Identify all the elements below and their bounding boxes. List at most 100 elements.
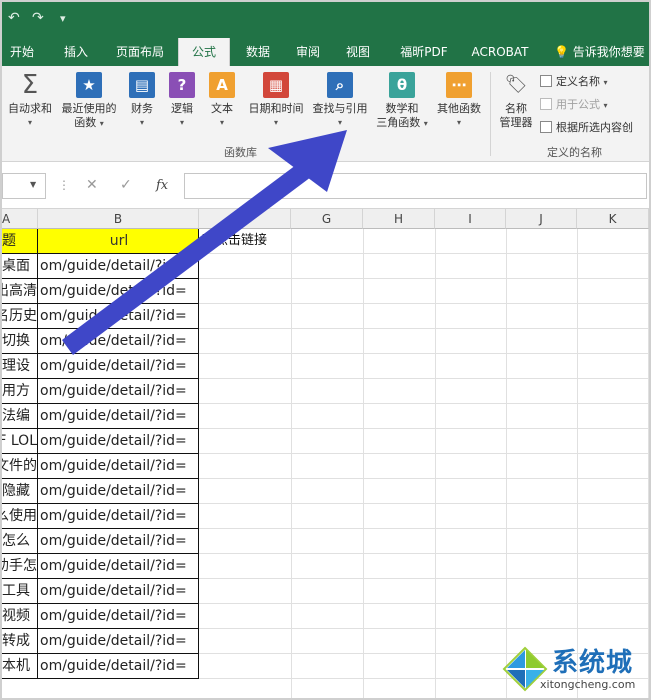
enter-icon[interactable]: ✓ [120,177,132,193]
text-label: 文本 [211,102,233,115]
tab-page-layout[interactable]: 页面布局 [108,38,172,66]
chevron-down-icon: ▾ [273,118,278,127]
tab-home[interactable]: 开始 [2,38,42,66]
table-cell-a[interactable]: F LOL [2,429,38,454]
table-cell-a[interactable]: 转成 [2,629,38,654]
name-manager-label-1: 名称 [505,102,527,115]
column-header-f[interactable]: F [199,209,291,229]
excel-window: ↶ ↷ ▾ 开始 插入 页面布局 公式 数据 审阅 视图 福昕PDF ACROB… [0,0,651,700]
cancel-icon[interactable]: ✕ [86,177,98,193]
table-cell-a[interactable]: 理设 [2,354,38,379]
table-cell-a[interactable]: 桌面 [2,254,38,279]
table-cell-a[interactable]: 工具 [2,579,38,604]
row-gridline [198,603,649,604]
table-cell-b[interactable]: om/guide/detail/?id= [38,604,199,629]
table-cell-b[interactable]: om/guide/detail/?id= [38,279,199,304]
customize-toolbar-icon[interactable]: ▾ [60,12,66,25]
row-gridline [198,303,649,304]
tab-data[interactable]: 数据 [238,38,278,66]
resize-handle-icon[interactable]: ⋮ [58,178,70,192]
table-cell-a[interactable]: 隐藏 [2,479,38,504]
financial-label: 财务 [131,102,153,115]
table-cell-b[interactable]: om/guide/detail/?id= [38,429,199,454]
cell-a1[interactable]: 题 [2,229,38,254]
table-cell-a[interactable]: 用方 [2,379,38,404]
table-cell-b[interactable]: om/guide/detail/?id= [38,504,199,529]
text-a-icon: A [209,72,235,98]
column-header-a[interactable]: A [2,209,38,229]
financial-button[interactable]: ▤ 财务 ▾ [124,72,160,130]
table-cell-b[interactable]: om/guide/detail/?id= [38,254,199,279]
table-cell-b[interactable]: om/guide/detail/?id= [38,304,199,329]
table-cell-b[interactable]: om/guide/detail/?id= [38,379,199,404]
column-header-g[interactable]: G [291,209,363,229]
redo-icon[interactable]: ↷ [32,10,44,26]
table-cell-a[interactable]: 切换 [2,329,38,354]
chevron-down-icon[interactable]: ▼ [30,180,36,189]
row-gridline [198,428,649,429]
row-gridline [198,403,649,404]
tell-me-search[interactable]: 💡 告诉我你想要 [554,38,649,66]
use-in-formula-label: 用于公式 [556,98,600,111]
name-manager-button[interactable]: 🏷 名称 管理器 [494,72,538,130]
group-function-library-label: 函数库 [224,146,257,159]
table-cell-a[interactable]: 怎么 [2,529,38,554]
create-from-selection-label: 根据所选内容创 [556,121,633,134]
table-cell-b[interactable]: om/guide/detail/?id= [38,354,199,379]
tab-view[interactable]: 视图 [338,38,378,66]
theta-icon: θ [389,72,415,98]
cell-b1[interactable]: url [38,229,199,254]
table-cell-b[interactable]: om/guide/detail/?id= [38,454,199,479]
tab-review[interactable]: 审阅 [288,38,328,66]
recent-label-1: 最近使用的 [61,102,117,115]
cell-f1[interactable]: 可点击链接 [202,229,267,254]
table-cell-a[interactable]: 法编 [2,404,38,429]
column-header-h[interactable]: H [363,209,435,229]
column-header-i[interactable]: I [435,209,506,229]
calendar-icon: ▦ [263,72,289,98]
column-header-j[interactable]: J [506,209,577,229]
column-header-k[interactable]: K [577,209,649,229]
table-cell-b[interactable]: om/guide/detail/?id= [38,329,199,354]
table-cell-b[interactable]: om/guide/detail/?id= [38,529,199,554]
autosum-button[interactable]: Σ 自动求和 ▾ [4,72,56,130]
insert-function-icon[interactable]: fx [156,178,168,193]
lookup-reference-button[interactable]: ⌕ 查找与引用 ▾ [308,72,372,130]
formula-input[interactable] [184,173,647,199]
formula-bar: ▼ ⋮ ✕ ✓ fx [2,163,649,209]
tab-foxit-pdf[interactable]: 福昕PDF [394,38,454,66]
logical-button[interactable]: ? 逻辑 ▾ [164,72,200,130]
name-box[interactable] [2,173,46,199]
more-functions-button[interactable]: ⋯ 其他函数 ▾ [432,72,486,130]
table-cell-a[interactable]: 出高清 [2,279,38,304]
define-name-button[interactable]: 定义名称 ▾ [540,74,608,90]
row-gridline [198,328,649,329]
row-gridline [198,528,649,529]
recent-functions-button[interactable]: ★ 最近使用的 函数 ▾ [58,72,120,131]
table-cell-a[interactable]: 本机 [2,654,38,679]
use-in-formula-button[interactable]: 用于公式 ▾ [540,97,608,113]
table-cell-b[interactable]: om/guide/detail/?id= [38,479,199,504]
table-cell-a[interactable]: 么使用 [2,504,38,529]
column-header-b[interactable]: B [38,209,199,229]
chevron-down-icon: ▾ [219,118,224,127]
more-functions-icon: ⋯ [446,72,472,98]
table-cell-a[interactable]: 名历史 [2,304,38,329]
undo-icon[interactable]: ↶ [8,10,20,26]
table-cell-a[interactable]: 文件的 [2,454,38,479]
table-cell-a[interactable]: 助手怎 [2,554,38,579]
table-cell-b[interactable]: om/guide/detail/?id= [38,554,199,579]
table-cell-b[interactable]: om/guide/detail/?id= [38,579,199,604]
math-trig-button[interactable]: θ 数学和 三角函数 ▾ [374,72,430,131]
tab-formulas[interactable]: 公式 [178,38,230,66]
tab-insert[interactable]: 插入 [54,38,98,66]
text-button[interactable]: A 文本 ▾ [204,72,240,130]
table-cell-b[interactable]: om/guide/detail/?id= [38,654,199,679]
question-icon: ? [169,72,195,98]
tab-acrobat[interactable]: ACROBAT [468,38,532,66]
create-from-selection-button[interactable]: 根据所选内容创 [540,120,633,136]
table-cell-a[interactable]: 视频 [2,604,38,629]
table-cell-b[interactable]: om/guide/detail/?id= [38,629,199,654]
date-time-button[interactable]: ▦ 日期和时间 ▾ [244,72,308,130]
table-cell-b[interactable]: om/guide/detail/?id= [38,404,199,429]
